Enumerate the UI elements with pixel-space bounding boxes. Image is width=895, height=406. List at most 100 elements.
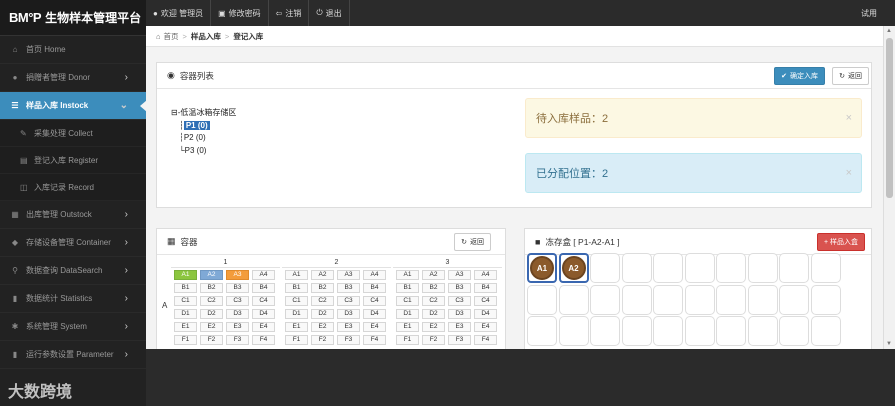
tree-node-p3[interactable]: P3 (0)	[185, 146, 207, 155]
position-cell[interactable]: A4	[252, 270, 275, 280]
box-slot[interactable]	[684, 316, 715, 346]
position-cell[interactable]: E4	[474, 322, 497, 332]
box-slot[interactable]	[590, 284, 620, 315]
position-cell[interactable]: A1	[285, 270, 308, 280]
position-cell[interactable]: E4	[363, 322, 386, 332]
exit-link[interactable]: ⏻ 退出	[309, 0, 350, 26]
box-slot[interactable]	[747, 284, 778, 315]
box-slot[interactable]	[779, 253, 809, 283]
position-cell[interactable]: D2	[200, 309, 223, 319]
tree-node-p1[interactable]: P1 (0)	[183, 120, 210, 130]
position-cell[interactable]: F2	[311, 335, 334, 345]
position-cell[interactable]: D2	[422, 309, 445, 319]
position-cell[interactable]: A3	[448, 270, 471, 280]
box-slot[interactable]	[653, 253, 683, 283]
position-cell[interactable]: B3	[337, 283, 360, 293]
box-slot[interactable]	[716, 316, 746, 346]
box-slot[interactable]	[527, 316, 557, 346]
position-cell[interactable]: F3	[337, 335, 360, 345]
position-cell[interactable]: A4	[474, 270, 497, 280]
trial-label[interactable]: 试用	[861, 8, 895, 19]
position-cell[interactable]: C2	[422, 296, 445, 306]
scroll-down-icon[interactable]: ▼	[886, 341, 892, 347]
position-cell[interactable]: F2	[422, 335, 445, 345]
confirm-instock-button[interactable]: ✔ 确定入库	[774, 67, 825, 85]
box-slot[interactable]	[621, 284, 652, 315]
position-cell[interactable]: F1	[285, 335, 308, 345]
position-cell[interactable]: E3	[226, 322, 249, 332]
close-icon[interactable]: ×	[846, 112, 852, 124]
position-cell[interactable]: F3	[448, 335, 471, 345]
position-cell[interactable]: C3	[337, 296, 360, 306]
position-cell[interactable]: F4	[363, 335, 386, 345]
sidebar-item-container[interactable]: ◆ 存储设备管理 Container ›	[0, 229, 146, 257]
position-cell[interactable]: D2	[311, 309, 334, 319]
welcome-link[interactable]: ● 欢迎 管理员	[146, 0, 212, 26]
brand[interactable]: BM°P 生物样本管理平台	[0, 0, 146, 36]
position-cell[interactable]: C1	[285, 296, 308, 306]
breadcrumb-instock[interactable]: 样品入库	[191, 31, 221, 42]
position-cell[interactable]: E1	[174, 322, 197, 332]
position-cell[interactable]: D4	[363, 309, 386, 319]
position-cell[interactable]: E3	[448, 322, 471, 332]
position-cell[interactable]: B2	[200, 283, 223, 293]
position-cell[interactable]: A2	[422, 270, 445, 280]
position-cell[interactable]: B2	[422, 283, 445, 293]
position-cell[interactable]: E4	[252, 322, 275, 332]
box-slot[interactable]	[716, 284, 746, 315]
sidebar-item-datasearch[interactable]: ⚲ 数据查询 DataSearch ›	[0, 257, 146, 285]
sample-tube[interactable]: A1	[530, 256, 554, 280]
box-slot[interactable]	[684, 253, 715, 283]
position-cell[interactable]: D1	[285, 309, 308, 319]
position-cell[interactable]: A1	[396, 270, 419, 280]
position-cell[interactable]: E2	[422, 322, 445, 332]
position-cell[interactable]: B4	[252, 283, 275, 293]
position-cell[interactable]: B4	[474, 283, 497, 293]
sidebar-item-outstock[interactable]: ▦ 出库管理 Outstock ›	[0, 201, 146, 229]
position-cell[interactable]: A4	[363, 270, 386, 280]
sidebar-item-donor[interactable]: ● 捐赠者管理 Donor ›	[0, 64, 146, 92]
position-cell[interactable]: A2	[311, 270, 334, 280]
position-cell[interactable]: C2	[311, 296, 334, 306]
position-cell[interactable]: E1	[396, 322, 419, 332]
position-cell[interactable]: A2	[200, 270, 223, 280]
box-slot[interactable]	[621, 316, 652, 346]
breadcrumb-home[interactable]: 首页	[164, 31, 179, 42]
position-cell[interactable]: F4	[474, 335, 497, 345]
box-slot[interactable]	[779, 316, 809, 346]
position-cell[interactable]: C3	[448, 296, 471, 306]
position-cell[interactable]: C4	[363, 296, 386, 306]
position-cell[interactable]: E2	[200, 322, 223, 332]
position-cell[interactable]: C4	[252, 296, 275, 306]
container-back-button[interactable]: ↻ 返回	[454, 233, 491, 251]
box-slot[interactable]	[779, 284, 809, 315]
position-cell[interactable]: E2	[311, 322, 334, 332]
position-cell[interactable]: D3	[226, 309, 249, 319]
position-cell[interactable]: F2	[200, 335, 223, 345]
box-slot[interactable]	[558, 316, 589, 346]
submenu-item-record[interactable]: ◫ 入库记录 Record	[0, 174, 146, 201]
box-slot[interactable]	[653, 316, 683, 346]
scrollbar-thumb[interactable]	[886, 38, 893, 198]
position-cell[interactable]: B1	[174, 283, 197, 293]
sidebar-item-system[interactable]: ✱ 系统管理 System ›	[0, 313, 146, 341]
sidebar-item-instock[interactable]: ☰ 样品入库 Instock ⌄	[0, 92, 147, 120]
position-cell[interactable]: B3	[448, 283, 471, 293]
box-slot[interactable]: A2	[558, 253, 589, 283]
logout-link[interactable]: ⇦ 注销	[269, 0, 310, 26]
box-slot[interactable]	[810, 316, 841, 346]
position-cell[interactable]: A3	[226, 270, 249, 280]
position-cell[interactable]: D3	[337, 309, 360, 319]
sample-tube[interactable]: A2	[561, 256, 586, 280]
scroll-up-icon[interactable]: ▲	[886, 28, 892, 34]
position-cell[interactable]: F3	[226, 335, 249, 345]
sidebar-item-statistics[interactable]: ▮ 数据统计 Statistics ›	[0, 285, 146, 313]
box-slot[interactable]	[810, 253, 841, 283]
position-cell[interactable]: D1	[174, 309, 197, 319]
back-button[interactable]: ↻ 返回	[832, 67, 869, 85]
position-cell[interactable]: F1	[174, 335, 197, 345]
position-cell[interactable]: C3	[226, 296, 249, 306]
position-cell[interactable]: D4	[252, 309, 275, 319]
position-cell[interactable]: B1	[396, 283, 419, 293]
box-slot[interactable]	[747, 316, 778, 346]
